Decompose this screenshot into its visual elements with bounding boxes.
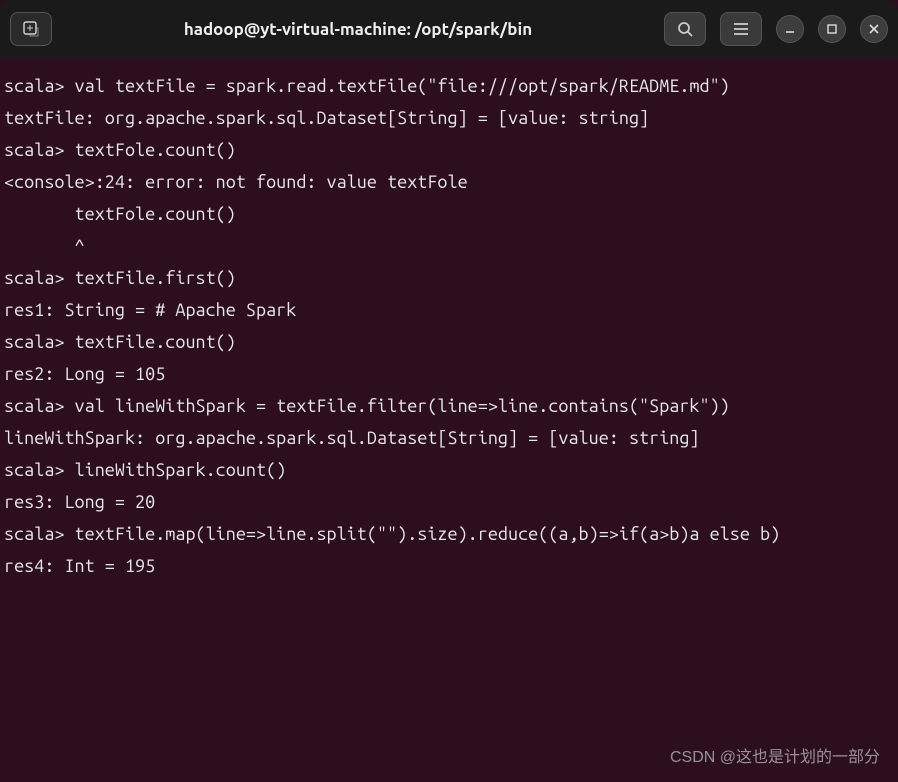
search-icon bbox=[677, 21, 693, 37]
terminal-line: scala> textFile.count() bbox=[4, 326, 894, 358]
window-title: hadoop@yt-virtual-machine: /opt/spark/bi… bbox=[60, 20, 656, 39]
titlebar: hadoop@yt-virtual-machine: /opt/spark/bi… bbox=[0, 0, 898, 58]
new-tab-button[interactable] bbox=[10, 12, 52, 46]
terminal-line: textFole.count() bbox=[4, 198, 894, 230]
terminal-line: ^ bbox=[4, 230, 894, 262]
terminal-line: scala> textFile.map(line=>line.split("")… bbox=[4, 518, 894, 550]
terminal-line: <console>:24: error: not found: value te… bbox=[4, 166, 894, 198]
hamburger-icon bbox=[733, 22, 749, 36]
search-button[interactable] bbox=[664, 12, 706, 46]
terminal-line: textFile: org.apache.spark.sql.Dataset[S… bbox=[4, 102, 894, 134]
terminal-line: scala> val textFile = spark.read.textFil… bbox=[4, 70, 894, 102]
terminal-line: scala> val lineWithSpark = textFile.filt… bbox=[4, 390, 894, 422]
terminal-line: scala> textFole.count() bbox=[4, 134, 894, 166]
minimize-icon bbox=[784, 23, 796, 35]
terminal-content[interactable]: scala> val textFile = spark.read.textFil… bbox=[0, 58, 898, 595]
terminal-line: scala> lineWithSpark.count() bbox=[4, 454, 894, 486]
new-tab-icon bbox=[22, 20, 40, 38]
minimize-button[interactable] bbox=[776, 15, 804, 43]
terminal-line: lineWithSpark: org.apache.spark.sql.Data… bbox=[4, 422, 894, 454]
terminal-line: res4: Int = 195 bbox=[4, 550, 894, 582]
close-icon bbox=[868, 23, 880, 35]
maximize-button[interactable] bbox=[818, 15, 846, 43]
titlebar-right bbox=[664, 12, 888, 46]
close-button[interactable] bbox=[860, 15, 888, 43]
terminal-line: res2: Long = 105 bbox=[4, 358, 894, 390]
maximize-icon bbox=[826, 23, 838, 35]
terminal-line: res3: Long = 20 bbox=[4, 486, 894, 518]
menu-button[interactable] bbox=[720, 12, 762, 46]
terminal-line: scala> textFile.first() bbox=[4, 262, 894, 294]
terminal-line: res1: String = # Apache Spark bbox=[4, 294, 894, 326]
watermark: CSDN @这也是计划的一部分 bbox=[670, 743, 880, 767]
